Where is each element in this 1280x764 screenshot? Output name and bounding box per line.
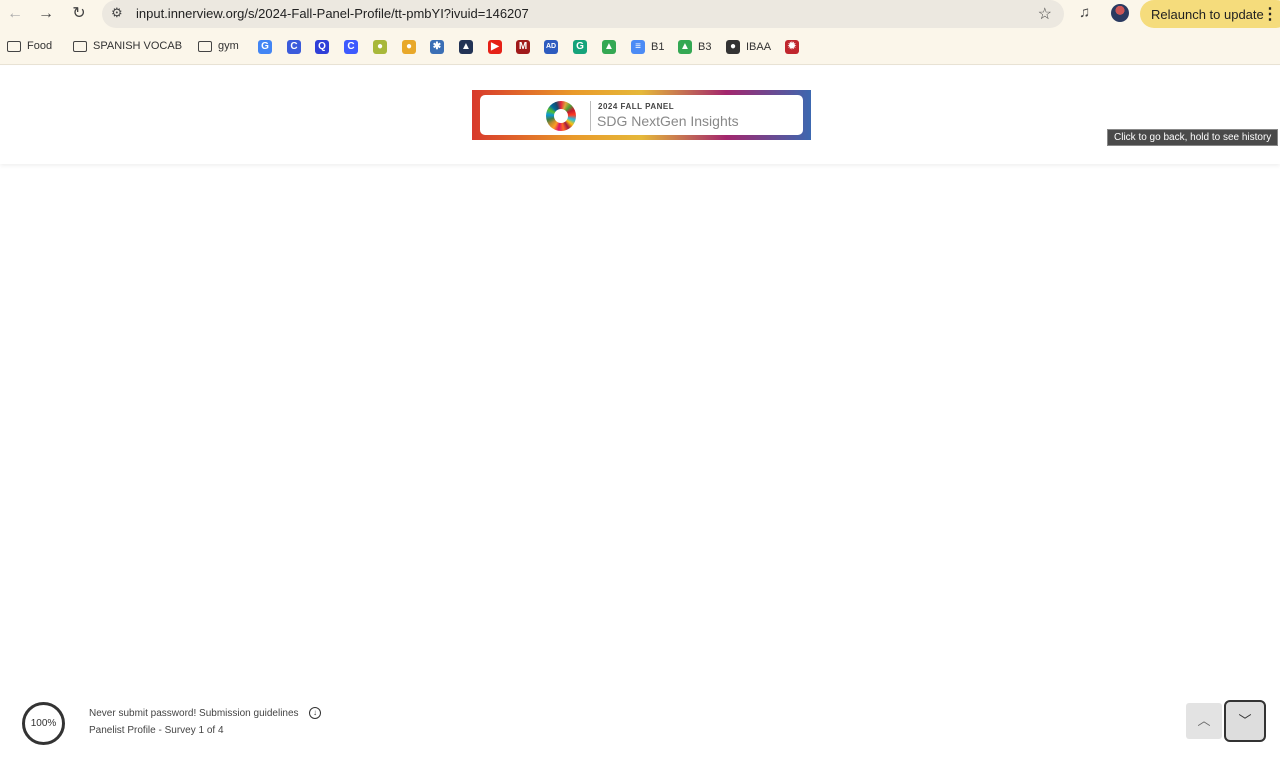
back-tooltip: Click to go back, hold to see history bbox=[1107, 129, 1279, 146]
bookmark-item[interactable]: C bbox=[344, 40, 358, 54]
reload-button[interactable]: ↻ bbox=[67, 3, 91, 25]
google-icon: G bbox=[258, 40, 272, 54]
bookmark-item[interactable]: Q bbox=[315, 40, 329, 54]
bookmark-item[interactable]: gym bbox=[198, 40, 239, 52]
bookmark-item[interactable]: G bbox=[258, 40, 272, 54]
logo-line2: SDG NextGen Insights bbox=[597, 113, 739, 129]
logo-divider bbox=[590, 101, 591, 131]
c-circle-icon: C bbox=[287, 40, 301, 54]
bookmark-item[interactable]: ≡ B1 bbox=[631, 40, 664, 54]
folder-icon bbox=[7, 40, 21, 52]
site-settings-icon[interactable]: ⚙ bbox=[111, 5, 123, 21]
figure-icon: ✱ bbox=[430, 40, 444, 54]
bookmark-item[interactable]: SPANISH VOCAB bbox=[73, 40, 182, 52]
bookmark-item[interactable]: ● bbox=[373, 40, 387, 54]
drive-icon: ▲ bbox=[602, 40, 616, 54]
scroll-up-button[interactable]: ︿ bbox=[1186, 703, 1222, 739]
drive-icon: ▲ bbox=[678, 40, 692, 54]
relaunch-button[interactable]: Relaunch to update ⋮ bbox=[1140, 0, 1280, 28]
forward-button[interactable]: → bbox=[34, 3, 58, 25]
scroll-down-button[interactable]: ﹀ bbox=[1224, 700, 1266, 742]
media-control-icon[interactable]: ♫ bbox=[1079, 4, 1090, 21]
menu-dots-icon[interactable]: ⋮ bbox=[1262, 4, 1278, 24]
progress-circle: 100% bbox=[22, 702, 65, 745]
bookmark-label: B1 bbox=[651, 41, 665, 53]
bookmark-item[interactable]: Food bbox=[7, 40, 52, 52]
bookmark-item[interactable]: ▲ bbox=[459, 40, 473, 54]
bookmark-label: IBAA bbox=[746, 41, 772, 53]
address-bar[interactable]: ⚙ input.innerview.org/s/2024-Fall-Panel-… bbox=[102, 0, 1064, 28]
bookmark-item[interactable]: C bbox=[287, 40, 301, 54]
survey-header: 2024 FALL PANEL SDG NextGen Insights bbox=[0, 66, 1280, 164]
bookmark-item[interactable]: ● IBAA bbox=[726, 40, 771, 54]
bookmark-item[interactable]: M bbox=[516, 40, 530, 54]
back-button[interactable]: ← bbox=[3, 3, 27, 25]
m-icon: M bbox=[516, 40, 530, 54]
browser-toolbar: ← → ↻ ⚙ input.innerview.org/s/2024-Fall-… bbox=[0, 0, 1280, 30]
ad-icon: AD bbox=[544, 40, 558, 54]
bookmark-item[interactable]: AD bbox=[544, 40, 558, 54]
relaunch-label: Relaunch to update bbox=[1151, 7, 1264, 22]
pear-icon: ● bbox=[373, 40, 387, 54]
bookmark-star-icon[interactable]: ☆ bbox=[1038, 4, 1052, 24]
bookmark-label: B3 bbox=[698, 41, 712, 53]
c-square-icon: C bbox=[344, 40, 358, 54]
globe-icon: ● bbox=[726, 40, 740, 54]
survey-label: Panelist Profile - Survey 1 of 4 bbox=[89, 725, 224, 736]
sdg-wheel-icon bbox=[546, 101, 576, 131]
puzzle-icon: ● bbox=[402, 40, 416, 54]
sdg-logo: 2024 FALL PANEL SDG NextGen Insights bbox=[472, 90, 811, 140]
submission-notice[interactable]: Never submit password! Submission guidel… bbox=[89, 708, 299, 719]
bookmark-label: gym bbox=[218, 40, 239, 52]
folder-icon bbox=[73, 40, 87, 52]
docs-icon: ≡ bbox=[631, 40, 645, 54]
graduation-cap-icon: ▲ bbox=[459, 40, 473, 54]
bookmark-item[interactable]: ▲ bbox=[602, 40, 616, 54]
logo-line1: 2024 FALL PANEL bbox=[598, 102, 675, 111]
bookmark-item[interactable]: ▲ B3 bbox=[678, 40, 711, 54]
youtube-icon: ▶ bbox=[488, 40, 502, 54]
bookmark-item[interactable]: ✱ bbox=[430, 40, 444, 54]
folder-icon bbox=[198, 40, 212, 52]
bookmark-label: SPANISH VOCAB bbox=[93, 40, 183, 52]
bookmark-item[interactable]: G bbox=[573, 40, 587, 54]
q-icon: Q bbox=[315, 40, 329, 54]
download-icon[interactable]: ↓ bbox=[309, 707, 321, 719]
bookmark-label: Food bbox=[27, 40, 53, 52]
bookmark-item[interactable]: ✹ bbox=[785, 40, 799, 54]
bookmark-item[interactable]: ▶ bbox=[488, 40, 502, 54]
grammarly-icon: G bbox=[573, 40, 587, 54]
bookmarks-bar: Food SPANISH VOCAB gym G C Q C ● ● ✱ ▲ ▶ M AD G ▲ ≡ B1 ▲ B3… bbox=[0, 30, 1280, 65]
profile-avatar[interactable] bbox=[1111, 4, 1129, 22]
gear-red-icon: ✹ bbox=[785, 40, 799, 54]
bookmark-item[interactable]: ● bbox=[402, 40, 416, 54]
url-text[interactable]: input.innerview.org/s/2024-Fall-Panel-Pr… bbox=[136, 6, 529, 21]
